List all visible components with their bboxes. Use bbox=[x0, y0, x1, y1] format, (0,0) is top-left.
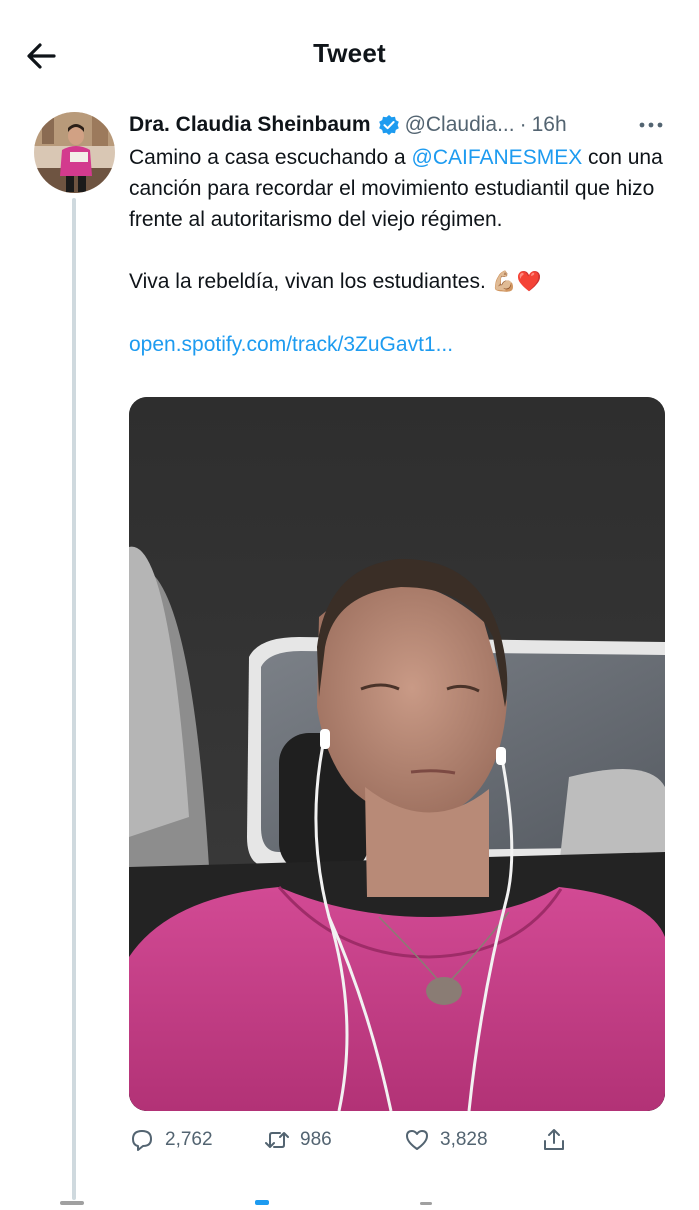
red-heart-emoji: ❤️ bbox=[516, 271, 542, 293]
share-button[interactable] bbox=[541, 1120, 577, 1160]
reply-button[interactable]: 2,762 bbox=[129, 1120, 213, 1160]
spotify-link[interactable]: open.spotify.com/track/3ZuGavt1... bbox=[129, 333, 453, 356]
more-dots-icon[interactable] bbox=[636, 113, 666, 137]
page-title: Tweet bbox=[313, 38, 386, 68]
reply-icon bbox=[132, 1130, 152, 1151]
next-row-peek bbox=[0, 1192, 699, 1205]
top-bar: Tweet bbox=[0, 0, 699, 100]
tweet-text-second-paragraph: Viva la rebeldía, vivan los estudiantes. bbox=[129, 270, 486, 293]
tweet-header: Dra. Claudia Sheinbaum @Claudia... · 16h bbox=[129, 108, 669, 142]
flexed-biceps-emoji: 💪🏼 bbox=[491, 271, 517, 293]
author-name[interactable]: Dra. Claudia Sheinbaum bbox=[129, 113, 371, 137]
retweet-icon bbox=[265, 1132, 289, 1148]
like-button[interactable]: 3,828 bbox=[404, 1120, 488, 1160]
avatar[interactable] bbox=[34, 112, 115, 193]
thread-line bbox=[72, 198, 76, 1200]
author-handle[interactable]: @Claudia... bbox=[405, 113, 515, 137]
verified-badge-icon bbox=[378, 114, 400, 136]
tweet-text: Camino a casa escuchando a @CAIFANESMEX … bbox=[129, 142, 669, 360]
tweet-actions: 2,762 986 3,828 bbox=[129, 1120, 669, 1160]
tweet-photo[interactable] bbox=[129, 397, 665, 1111]
mention-link[interactable]: @CAIFANESMEX bbox=[412, 146, 583, 169]
separator-dot: · bbox=[519, 113, 527, 136]
like-count: 3,828 bbox=[440, 1129, 488, 1150]
tweet-time[interactable]: 16h bbox=[532, 113, 567, 137]
share-icon bbox=[544, 1129, 564, 1150]
tweet-text-intro: Camino a casa escuchando a bbox=[129, 146, 412, 169]
like-icon bbox=[406, 1130, 428, 1150]
retweet-count: 986 bbox=[300, 1129, 332, 1150]
reply-count: 2,762 bbox=[165, 1129, 213, 1150]
retweet-button[interactable]: 986 bbox=[264, 1120, 332, 1160]
